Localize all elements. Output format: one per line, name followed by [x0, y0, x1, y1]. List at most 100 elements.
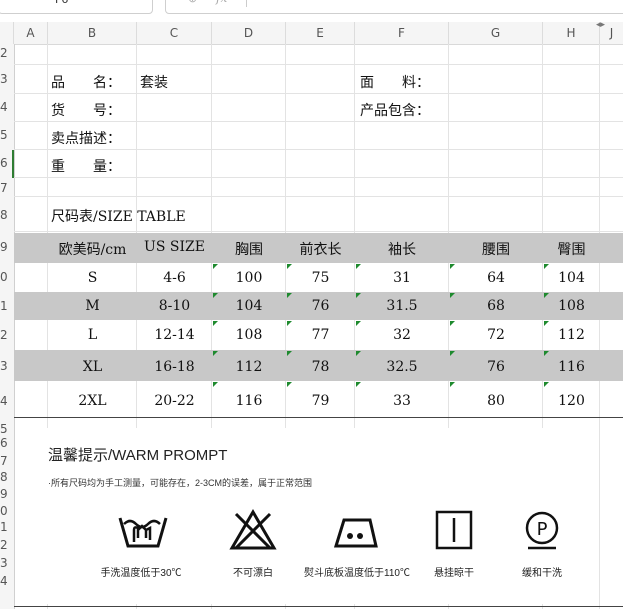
care-label: 悬挂晾干 — [434, 568, 474, 579]
cell-indicator — [356, 351, 361, 356]
size-cell[interactable]: 20-22 — [137, 393, 212, 409]
size-cell[interactable]: 72 — [449, 327, 543, 343]
size-cell[interactable]: 104 — [543, 270, 600, 286]
size-cell[interactable]: 108 — [543, 298, 600, 314]
size-cell[interactable]: 33 — [355, 393, 449, 409]
column-header[interactable]: G — [449, 22, 543, 44]
size-cell[interactable]: 64 — [449, 270, 543, 286]
size-cell[interactable]: 75 — [286, 270, 355, 286]
warm-prompt-image[interactable]: 温馨提示/WARM PROMPT ·所有尺码均为手工测量，可能存在，2-3CM的… — [36, 428, 599, 604]
cell-reference: F6 — [55, 0, 68, 6]
row-header[interactable]: 0 — [0, 270, 14, 284]
table-bottom-border — [14, 417, 623, 418]
row-header[interactable]: 3 — [0, 556, 14, 570]
size-cell[interactable]: 12-14 — [137, 327, 212, 343]
care-label: 缓和干洗 — [522, 568, 562, 579]
row-header[interactable]: 5 — [0, 128, 14, 142]
size-cell[interactable]: 31 — [355, 270, 449, 286]
row-header[interactable]: 2 — [0, 328, 14, 342]
chevron-down-icon[interactable]: ⌄ — [136, 0, 144, 3]
cell-indicator — [450, 382, 455, 387]
row-header[interactable]: 3 — [0, 72, 14, 86]
size-cell[interactable]: 76 — [286, 298, 355, 314]
column-header[interactable]: H — [543, 22, 600, 44]
name-box[interactable]: F6 ⌄ — [0, 0, 153, 14]
size-cell[interactable]: 16-18 — [137, 359, 212, 375]
gridline — [14, 121, 623, 122]
size-cell[interactable]: 2XL — [48, 393, 137, 409]
formula-bar[interactable]: ⊕ fx — [165, 0, 623, 14]
size-cell[interactable]: 80 — [449, 393, 543, 409]
row-header[interactable]: 9 — [0, 240, 14, 254]
column-header[interactable]: E — [286, 22, 355, 44]
size-cell[interactable]: 4-6 — [137, 270, 212, 286]
iron-medium-icon — [333, 518, 378, 548]
header-us-size: US SIZE — [144, 239, 205, 255]
size-cell[interactable]: 68 — [449, 298, 543, 314]
size-table-title: 尺码表/SIZE TABLE — [51, 209, 186, 225]
gridline — [14, 231, 623, 232]
column-resize-icon[interactable]: ◂▸ — [596, 20, 605, 30]
cell-indicator — [356, 264, 361, 269]
size-cell[interactable]: 32.5 — [355, 359, 449, 375]
row-header[interactable]: 2 — [0, 538, 14, 552]
column-header[interactable]: C — [137, 22, 212, 44]
row-header[interactable]: 4 — [0, 394, 14, 408]
product-name-value[interactable]: 套装 — [140, 72, 168, 92]
size-cell[interactable]: 76 — [449, 359, 543, 375]
row-header[interactable]: 8 — [0, 208, 14, 222]
care-label: 熨斗底板温度低于110℃ — [304, 568, 410, 579]
row-header[interactable]: 1 — [0, 520, 14, 534]
bottom-border — [14, 606, 623, 607]
size-cell[interactable]: XL — [48, 359, 137, 375]
size-cell[interactable]: 8-10 — [137, 298, 212, 314]
size-cell[interactable]: 104 — [212, 298, 286, 314]
size-cell[interactable]: 78 — [286, 359, 355, 375]
row-header[interactable]: 2 — [0, 46, 14, 60]
row-header[interactable]: 6 — [0, 436, 14, 450]
row-header[interactable]: 5 — [0, 422, 14, 436]
cell-indicator — [544, 293, 549, 298]
hand-wash-icon — [118, 517, 168, 548]
size-cell[interactable]: S — [48, 270, 137, 286]
size-cell[interactable]: 31.5 — [355, 298, 449, 314]
size-cell[interactable]: 116 — [212, 393, 286, 409]
size-cell[interactable]: 79 — [286, 393, 355, 409]
package-label: 产品包含： — [360, 103, 430, 119]
row-header[interactable]: 0 — [0, 504, 14, 518]
column-header[interactable]: F — [355, 22, 449, 44]
row-header[interactable]: 7 — [0, 181, 14, 195]
size-cell[interactable]: 108 — [212, 327, 286, 343]
cell-indicator — [213, 351, 218, 356]
fx-icon[interactable]: fx — [216, 0, 227, 5]
size-cell[interactable]: 77 — [286, 327, 355, 343]
size-cell[interactable]: 120 — [543, 393, 600, 409]
size-cell[interactable]: 116 — [543, 359, 600, 375]
warm-prompt-note: ·所有尺码均为手工测量，可能存在，2-3CM的误差，属于正常范围 — [48, 478, 313, 488]
row-header[interactable]: 4 — [0, 100, 14, 114]
row-header[interactable]: 8 — [0, 470, 14, 484]
row-header[interactable]: 9 — [0, 487, 14, 501]
row-header[interactable]: 3 — [0, 359, 14, 373]
column-header[interactable]: D — [212, 22, 286, 44]
size-cell[interactable]: M — [48, 298, 137, 314]
column-header[interactable]: A — [14, 22, 48, 44]
size-cell[interactable]: 112 — [543, 327, 600, 343]
row-header[interactable]: 4 — [0, 574, 14, 588]
cell-indicator — [544, 264, 549, 269]
size-cell[interactable]: L — [48, 327, 137, 343]
cell-indicator — [213, 382, 218, 387]
warm-prompt-title: 温馨提示/WARM PROMPT — [48, 447, 228, 464]
size-cell[interactable]: 32 — [355, 327, 449, 343]
column-header[interactable]: B — [48, 22, 137, 44]
corner-cell[interactable] — [0, 22, 14, 44]
svg-text:P: P — [537, 519, 548, 540]
column-headers: A B C D E F G H J ◂▸ — [0, 20, 623, 45]
row-header[interactable]: 1 — [0, 299, 14, 313]
row-headers: 2 3 4 5 6 7 8 9 0 1 2 3 4 5 6 7 8 9 0 1 … — [0, 44, 15, 609]
size-cell[interactable]: 100 — [212, 270, 286, 286]
size-cell[interactable]: 112 — [212, 359, 286, 375]
row-header[interactable]: 7 — [0, 454, 14, 468]
cell-indicator — [287, 293, 292, 298]
zoom-icon[interactable]: ⊕ — [188, 0, 197, 5]
